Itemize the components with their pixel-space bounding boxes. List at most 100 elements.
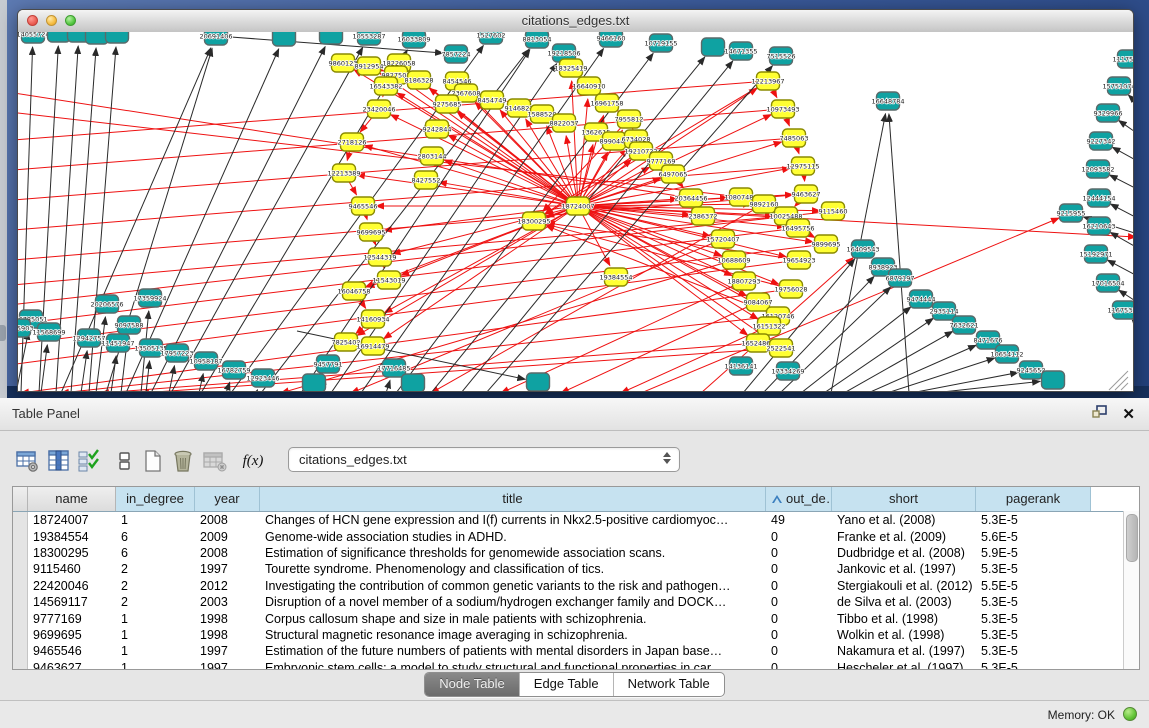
- graph-node[interactable]: [303, 374, 326, 391]
- graph-node[interactable]: 12093582: [1081, 160, 1114, 178]
- float-panel-icon[interactable]: [1092, 405, 1108, 425]
- table-cell[interactable]: 2: [116, 562, 195, 576]
- table-cell[interactable]: 1: [116, 612, 195, 626]
- graph-node[interactable]: [527, 373, 550, 391]
- graph-edge[interactable]: [386, 380, 390, 391]
- table-cell[interactable]: Jankovic et al. (1997): [832, 562, 976, 576]
- table-cell[interactable]: 0: [766, 628, 832, 642]
- table-cell[interactable]: 5.5E-5: [976, 579, 1091, 593]
- tab-node-table[interactable]: Node Table: [425, 673, 520, 696]
- graph-node[interactable]: 19756028: [774, 280, 807, 298]
- graph-edge[interactable]: [431, 57, 705, 391]
- table-cell[interactable]: Corpus callosum shape and size in male p…: [260, 612, 766, 626]
- graph-node[interactable]: 11451947: [101, 334, 134, 352]
- graph-node[interactable]: 6879197: [886, 269, 915, 287]
- table-cell[interactable]: 22420046: [28, 579, 116, 593]
- graph-node[interactable]: 9457791: [314, 355, 343, 373]
- table-row[interactable]: 1830029562008Estimation of significance …: [13, 545, 1139, 561]
- graph-node[interactable]: 7515526: [767, 47, 796, 65]
- graph-edge[interactable]: [824, 318, 933, 391]
- table-cell[interactable]: 0: [766, 595, 832, 609]
- graph-node[interactable]: 20691406: [199, 32, 232, 45]
- table-cell[interactable]: 6: [116, 546, 195, 560]
- graph-node[interactable]: 9699695: [357, 223, 386, 241]
- memory-ok-indicator[interactable]: [1123, 707, 1137, 721]
- table-row[interactable]: 946554611997Estimation of the future num…: [13, 643, 1139, 659]
- graph-node[interactable]: 17359924: [133, 289, 166, 307]
- graph-node[interactable]: 7955812: [615, 110, 644, 128]
- graph-edge[interactable]: [1132, 320, 1133, 333]
- table-row[interactable]: 911546021997Tourette syndrome. Phenomeno…: [13, 561, 1139, 577]
- graph-node[interactable]: 15751074: [1102, 77, 1133, 95]
- table-row[interactable]: 1938455462009Genome-wide association stu…: [13, 528, 1139, 544]
- table-cell[interactable]: Disruption of a novel member of a sodium…: [260, 595, 766, 609]
- table-cell[interactable]: 1: [116, 513, 195, 527]
- graph-node[interactable]: 20206576: [90, 295, 123, 313]
- graph-node[interactable]: 8822037: [550, 114, 579, 132]
- graph-edge[interactable]: [1128, 95, 1133, 109]
- table-cell[interactable]: 9465546: [28, 644, 116, 658]
- column-header-in_degree[interactable]: in_degree: [116, 487, 195, 511]
- table-row[interactable]: 946362711997Embryonic stem cells: a mode…: [13, 660, 1139, 670]
- table-cell[interactable]: 1998: [195, 612, 260, 626]
- graph-edge[interactable]: [641, 218, 1059, 391]
- graph-node[interactable]: 7857224: [442, 45, 471, 63]
- graph-node[interactable]: 16543382: [369, 77, 402, 95]
- table-cell[interactable]: 6: [116, 530, 195, 544]
- graph-node[interactable]: 15720407: [706, 230, 739, 248]
- graph-node[interactable]: 10973493: [766, 100, 799, 118]
- graph-node[interactable]: 14671355: [724, 42, 757, 60]
- column-header-out_de[interactable]: out_de…: [766, 487, 832, 511]
- function-builder-icon[interactable]: f(x): [240, 448, 266, 474]
- table-cell[interactable]: 2008: [195, 546, 260, 560]
- graph-node[interactable]: 11568699: [32, 323, 65, 341]
- graph-node[interactable]: 23420046: [362, 100, 395, 118]
- table-cell[interactable]: 0: [766, 530, 832, 544]
- select-rows-icon[interactable]: [76, 448, 102, 474]
- table-cell[interactable]: 9463627: [28, 661, 116, 670]
- column-header-name[interactable]: name: [28, 487, 116, 511]
- graph-edge[interactable]: [96, 317, 105, 391]
- table-cell[interactable]: Nakamura et al. (1997): [832, 644, 976, 658]
- table-cell[interactable]: 2009: [195, 530, 260, 544]
- network-canvas[interactable]: 1405572420691406105532871603380978572241…: [18, 32, 1133, 391]
- graph-edge[interactable]: [887, 358, 995, 391]
- table-cell[interactable]: 0: [766, 579, 832, 593]
- graph-node[interactable]: 14136141: [724, 357, 757, 375]
- table-row[interactable]: 2242004622012Investigating the contribut…: [13, 578, 1139, 594]
- graph-node[interactable]: 9466160: [597, 32, 626, 47]
- graph-node[interactable]: 7485063: [780, 129, 809, 147]
- graph-node[interactable]: 9242844: [423, 120, 452, 138]
- graph-node[interactable]: 18300295: [517, 212, 550, 230]
- table-settings-icon[interactable]: [14, 448, 40, 474]
- table-cell[interactable]: 5.3E-5: [976, 612, 1091, 626]
- graph-edge[interactable]: [844, 331, 953, 391]
- graph-node[interactable]: [106, 32, 129, 43]
- table-cell[interactable]: 5.3E-5: [976, 644, 1091, 658]
- table-cell[interactable]: 5.3E-5: [976, 628, 1091, 642]
- graph-node[interactable]: 8454749: [478, 91, 507, 109]
- graph-node[interactable]: 14055724: [18, 32, 50, 43]
- table-cell[interactable]: 5.9E-5: [976, 546, 1091, 560]
- table-cell[interactable]: 5.3E-5: [976, 595, 1091, 609]
- graph-node[interactable]: 9275685: [433, 95, 462, 113]
- graph-node[interactable]: 11175104: [1112, 50, 1133, 68]
- table-cell[interactable]: 5.3E-5: [976, 661, 1091, 670]
- close-panel-icon[interactable]: ✕: [1122, 406, 1135, 424]
- graph-node[interactable]: 9465546: [349, 197, 378, 215]
- graph-node[interactable]: 12213967: [751, 72, 784, 90]
- graph-node[interactable]: [320, 32, 343, 44]
- column-header-year[interactable]: year: [195, 487, 260, 511]
- graph-node[interactable]: 10719155: [644, 34, 677, 52]
- graph-node[interactable]: 17016504: [1091, 274, 1124, 292]
- table-cell[interactable]: 9777169: [28, 612, 116, 626]
- graph-node[interactable]: 9115460: [819, 202, 848, 220]
- graph-node[interactable]: 9329966: [1094, 104, 1123, 122]
- graph-node[interactable]: 16495756: [781, 219, 814, 237]
- graph-node[interactable]: 9227342: [1087, 132, 1116, 150]
- table-cell[interactable]: 1997: [195, 644, 260, 658]
- graph-node[interactable]: 16210643: [1082, 217, 1115, 235]
- table-cell[interactable]: Franke et al. (2009): [832, 530, 976, 544]
- column-header-short[interactable]: short: [832, 487, 976, 511]
- graph-node[interactable]: 12544319: [363, 248, 396, 266]
